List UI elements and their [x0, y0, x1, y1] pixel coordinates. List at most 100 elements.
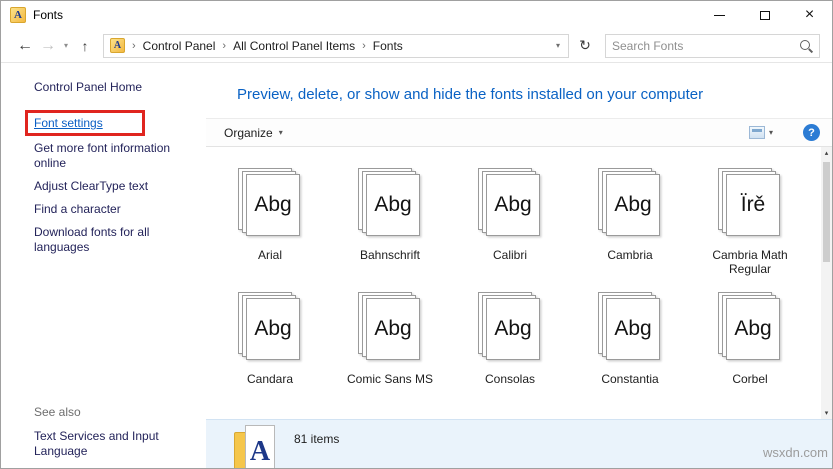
fonts-file-big-icon: A — [234, 425, 280, 468]
scrollbar-thumb[interactable] — [823, 162, 830, 262]
navigation-bar: ← → ▾ ↑ A › Control Panel › All Control … — [1, 29, 832, 63]
font-file-icon: Abg — [478, 168, 542, 238]
window-body: Control Panel Home Font settings Get mor… — [1, 63, 832, 468]
close-icon: × — [804, 6, 815, 23]
font-preview: Abg — [494, 193, 532, 216]
watermark: wsxdn.com — [762, 445, 828, 460]
font-preview: Abg — [734, 317, 772, 340]
status-bar: A 81 items — [206, 419, 832, 468]
breadcrumb-all-control-panel-items[interactable]: All Control Panel Items — [233, 39, 355, 53]
minimize-button[interactable] — [697, 1, 742, 29]
window-title: Fonts — [33, 8, 64, 22]
change-view-button[interactable]: ▾ — [748, 126, 773, 139]
font-name: Constantia — [601, 372, 659, 386]
help-button[interactable]: ? — [803, 124, 820, 141]
font-file-icon: Abg — [358, 168, 422, 238]
font-preview: Abg — [254, 193, 292, 216]
breadcrumb-control-panel[interactable]: Control Panel — [143, 39, 216, 53]
font-item[interactable]: Abg Cambria — [570, 168, 690, 276]
chevron-down-icon: ▾ — [278, 128, 283, 137]
font-item[interactable]: Abg Bahnschrift — [330, 168, 450, 276]
font-preview: Abg — [614, 317, 652, 340]
font-item[interactable]: Abg Comic Sans MS — [330, 292, 450, 400]
font-file-icon: Abg — [478, 292, 542, 362]
breadcrumb-fonts[interactable]: Fonts — [373, 39, 403, 53]
minimize-icon — [714, 14, 725, 16]
font-name: Consolas — [484, 372, 536, 386]
refresh-button[interactable]: ↻ — [573, 37, 597, 54]
sidebar-item-font-settings[interactable]: Font settings — [25, 110, 184, 136]
search-icon[interactable] — [799, 39, 813, 53]
font-preview: Abg — [494, 317, 532, 340]
font-preview: Abg — [614, 193, 652, 216]
breadcrumb-separator-icon: › — [362, 39, 366, 52]
big-icon-letter: A — [249, 436, 271, 467]
font-preview: Abg — [374, 193, 412, 216]
font-item[interactable]: Abg Corbel — [690, 292, 810, 400]
font-file-icon: Abg — [238, 292, 302, 362]
fonts-grid: Abg Arial Abg Bahnschrift Abg Calibri Ab… — [210, 168, 810, 400]
window-controls: × — [697, 1, 832, 29]
scroll-up-icon[interactable]: ▴ — [821, 149, 832, 157]
font-file-icon: Abg — [598, 292, 662, 362]
font-preview: Abg — [254, 317, 292, 340]
font-file-icon: Abg — [718, 292, 782, 362]
breadcrumb-separator-icon: › — [222, 39, 227, 52]
fonts-list: Abg Arial Abg Bahnschrift Abg Calibri Ab… — [206, 147, 832, 419]
search-input[interactable] — [612, 38, 799, 53]
maximize-button[interactable] — [742, 1, 787, 29]
fonts-folder-icon: A — [110, 38, 125, 53]
toolbar-right-group: ▾ ? — [748, 124, 820, 141]
sidebar-item-download-fonts[interactable]: Download fonts for all languages — [34, 225, 184, 255]
font-name: Candara — [246, 372, 294, 386]
close-button[interactable]: × — [787, 1, 832, 29]
font-name: Corbel — [732, 372, 768, 386]
font-item[interactable]: Abg Constantia — [570, 292, 690, 400]
back-button[interactable]: ← — [13, 37, 37, 55]
font-item[interactable]: Abg Consolas — [450, 292, 570, 400]
page-header: Preview, delete, or show and hide the fo… — [237, 86, 704, 103]
organize-button[interactable]: Organize ▾ — [218, 123, 289, 143]
maximize-icon — [759, 10, 770, 20]
font-settings-link-label: Font settings — [34, 116, 103, 130]
font-name: Arial — [257, 248, 282, 262]
font-preview: Ïrě — [740, 193, 766, 216]
sidebar-item-find-a-character[interactable]: Find a character — [34, 202, 184, 217]
font-file-icon: Abg — [238, 168, 302, 238]
up-button[interactable]: ↑ — [73, 38, 97, 54]
toolbar: Organize ▾ ▾ ? — [206, 118, 832, 147]
sidebar-item-text-services[interactable]: Text Services and Input Language — [34, 429, 184, 459]
font-item[interactable]: Abg Candara — [210, 292, 330, 400]
vertical-scrollbar[interactable]: ▴ ▾ — [821, 147, 832, 419]
search-box[interactable] — [605, 33, 820, 58]
sidebar: Control Panel Home Font settings Get mor… — [1, 63, 206, 468]
font-file-icon: Abg — [358, 292, 422, 362]
font-item[interactable]: Abg Calibri — [450, 168, 570, 276]
font-preview: Abg — [374, 317, 412, 340]
font-file-icon: Ïrě — [718, 168, 782, 238]
fonts-folder-icon-letter: A — [113, 40, 122, 51]
fonts-app-icon-letter: A — [14, 9, 22, 21]
address-bar[interactable]: A › Control Panel › All Control Panel It… — [103, 33, 569, 58]
font-file-icon: Abg — [598, 168, 662, 238]
items-count: 81 items — [294, 432, 340, 446]
font-name: Cambria — [607, 248, 653, 262]
sidebar-item-control-panel-home[interactable]: Control Panel Home — [34, 80, 184, 95]
scroll-down-icon[interactable]: ▾ — [821, 409, 832, 417]
fonts-window: A Fonts × ← → ▾ ↑ A › Control Panel › Al… — [0, 0, 833, 469]
recent-pages-dropdown-icon[interactable]: ▾ — [59, 41, 73, 50]
sidebar-item-adjust-cleartype[interactable]: Adjust ClearType text — [34, 179, 184, 194]
main-panel: Preview, delete, or show and hide the fo… — [206, 63, 832, 468]
font-item[interactable]: Abg Arial — [210, 168, 330, 276]
forward-button[interactable]: → — [37, 37, 59, 55]
view-mode-icon — [748, 126, 765, 139]
font-item[interactable]: Ïrě Cambria Math Regular — [690, 168, 810, 276]
font-name: Bahnschrift — [359, 248, 421, 262]
chevron-down-icon: ▾ — [768, 128, 773, 137]
font-name: Comic Sans MS — [346, 372, 434, 386]
titlebar: A Fonts × — [1, 1, 832, 29]
sidebar-item-get-more-font-information[interactable]: Get more font information online — [34, 141, 184, 171]
page-front-shape: A — [245, 425, 275, 468]
font-name: Calibri — [492, 248, 527, 262]
address-dropdown-icon[interactable]: ▾ — [552, 41, 564, 50]
